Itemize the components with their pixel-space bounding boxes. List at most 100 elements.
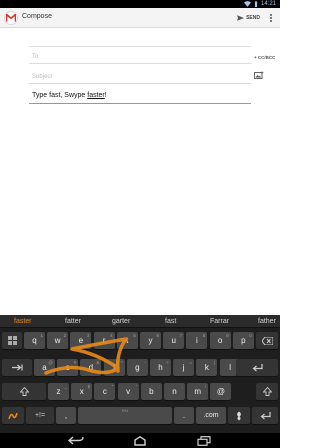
keypad-icon[interactable] (2, 332, 22, 349)
key-s[interactable]: s # (57, 359, 79, 376)
key-label: e (78, 336, 84, 345)
shift-icon-left[interactable] (2, 383, 46, 400)
suggestion-item[interactable]: father (258, 318, 276, 325)
key-r[interactable]: r4 (93, 332, 115, 349)
key-label: g (135, 363, 140, 372)
suggestion-item[interactable]: Farrar (210, 318, 229, 325)
key-w[interactable]: w2 (47, 332, 69, 349)
key-z[interactable]: z _ (48, 383, 69, 400)
period-key[interactable]: . (174, 407, 194, 424)
message-body-field[interactable]: Type fast, Swype faster! (29, 90, 251, 104)
key-label: d (88, 363, 94, 372)
key-alt-label: ; (181, 384, 183, 389)
key-@[interactable]: @ (210, 383, 232, 400)
attach-picture-icon[interactable] (254, 71, 264, 81)
key-alt-label: 4 (110, 333, 113, 338)
status-bar: 14:21 (0, 0, 280, 8)
key-alt-label: 1 (40, 333, 43, 338)
key-k[interactable]: k( (196, 359, 218, 376)
battery-icon (254, 1, 258, 7)
action-bar: Compose SEND (0, 8, 280, 28)
home-icon[interactable] (130, 435, 150, 446)
key-u[interactable]: u7 (163, 332, 185, 349)
space-key[interactable]: EN (78, 407, 172, 424)
key-alt-label: " (111, 384, 114, 389)
key-label: j (182, 363, 185, 372)
key-label: z (56, 387, 61, 396)
key-label: b (149, 387, 154, 396)
key-label: p (241, 336, 246, 345)
key-n[interactable]: n; (164, 383, 185, 400)
suggestion-item[interactable]: garter (112, 318, 130, 325)
comma-label: , (64, 411, 68, 420)
key-alt-label: @ (48, 360, 53, 365)
subject-placeholder: Subject (32, 74, 53, 80)
key-alt-label: 0 (249, 333, 252, 338)
key-e[interactable]: e3 (70, 332, 92, 349)
key-d[interactable]: d & (80, 359, 102, 376)
key-alt-label: _ (64, 384, 67, 389)
subject-field[interactable]: Subject (29, 70, 251, 84)
key-label: n (172, 387, 177, 396)
key-t[interactable]: t5 (116, 332, 138, 349)
key-label: x (79, 387, 84, 396)
key-alt-label: ( (213, 360, 216, 365)
send-icon (237, 15, 245, 21)
key-label: q (32, 336, 37, 345)
key-x[interactable]: x $ (71, 383, 93, 400)
key-label: a (42, 363, 47, 372)
status-time: 14:21 (260, 1, 276, 7)
key-m[interactable]: m / (187, 383, 209, 400)
key-f[interactable]: f * (103, 359, 125, 376)
suggestion-item[interactable]: faster (14, 318, 32, 325)
suggestion-item[interactable]: fatter (65, 318, 81, 325)
navigation-bar (0, 433, 280, 448)
gmail-logo-icon[interactable] (4, 11, 18, 25)
enter-icon-bottom[interactable] (252, 407, 278, 424)
key-alt-label: 7 (179, 333, 183, 338)
key-o[interactable]: o9 (209, 332, 231, 349)
symbols-key[interactable]: +!= (26, 407, 54, 424)
key-label: k (204, 363, 209, 372)
key-p[interactable]: p0 (232, 332, 254, 349)
key-label: f (112, 363, 116, 372)
comma-key[interactable]: , (56, 407, 76, 424)
key-v[interactable]: v ' (117, 383, 139, 400)
back-icon[interactable] (66, 435, 86, 446)
send-button[interactable]: SEND (237, 12, 260, 24)
from-account-field[interactable] (29, 30, 251, 47)
tab-icon[interactable] (2, 359, 32, 376)
dotcom-key[interactable]: .com (196, 407, 226, 424)
key-a[interactable]: a @ (34, 359, 55, 376)
key-alt-label: 6 (156, 333, 159, 338)
key-alt-label: 9 (226, 333, 229, 338)
key-label: u (171, 336, 176, 345)
backspace-icon[interactable] (256, 332, 278, 349)
key-j[interactable]: j = (173, 359, 195, 376)
to-placeholder: To (32, 54, 39, 60)
shift-icon-right[interactable] (256, 383, 278, 400)
key-label: w (54, 336, 61, 345)
overflow-menu-icon[interactable] (268, 12, 274, 24)
key-h[interactable]: h + (150, 359, 171, 376)
key-g[interactable]: g- (126, 359, 148, 376)
swype-logo-icon[interactable] (2, 407, 24, 424)
key-c[interactable]: c " (94, 383, 116, 400)
key-alt-label: 8 (202, 333, 206, 338)
period-label: . (182, 411, 186, 420)
enter-icon[interactable] (236, 359, 278, 376)
key-b[interactable]: b: (140, 383, 162, 400)
key-q[interactable]: q1 (24, 332, 45, 349)
screen-title: Compose (22, 13, 52, 20)
dragon-mic-icon[interactable] (228, 407, 250, 424)
recents-icon[interactable] (194, 435, 214, 446)
to-field[interactable]: To (29, 50, 251, 64)
cc-bcc-button[interactable]: + CC/BCC (254, 55, 275, 60)
key-y[interactable]: y6 (140, 332, 161, 349)
key-alt-label: $ (87, 384, 91, 389)
suggestion-item[interactable]: fast (165, 318, 176, 325)
key-i[interactable]: i8 (186, 332, 208, 349)
key-label: r (102, 336, 106, 345)
key-alt-label: 3 (86, 333, 90, 338)
key-label: i (196, 336, 198, 345)
